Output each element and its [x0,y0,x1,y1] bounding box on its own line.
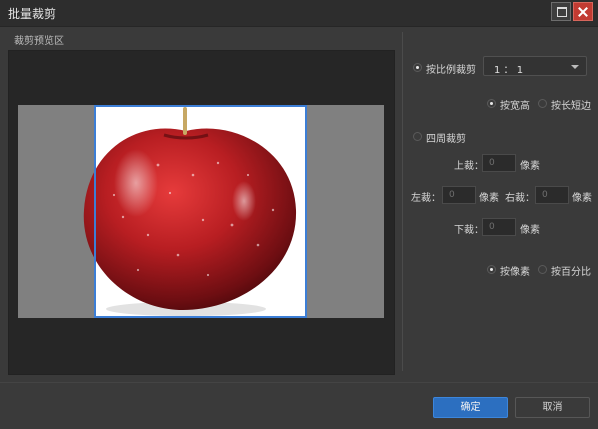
left-crop-label: 左裁： [411,193,441,204]
by-width-height-radio[interactable] [487,99,496,108]
by-ratio-label: 按比例裁剪 [426,65,476,76]
window-title: 批量裁剪 [8,7,57,21]
maximize-icon [557,7,567,17]
by-ratio-radio[interactable] [413,63,422,72]
vertical-divider [402,32,403,371]
by-long-short-label: 按长短边 [551,101,591,112]
by-pixel-radio[interactable] [487,265,496,274]
ratio-select[interactable]: 1 ： 1 [483,56,587,76]
ok-button[interactable]: 确定 [433,397,508,418]
top-crop-input[interactable] [482,154,516,172]
by-width-height-label: 按宽高 [500,101,530,112]
title-bar: 批量裁剪 [0,0,598,27]
bottom-crop-input[interactable] [482,218,516,236]
crop-preview-panel [8,50,395,375]
footer-divider [0,382,598,383]
left-crop-input[interactable] [442,186,476,204]
by-long-short-radio[interactable] [538,99,547,108]
right-crop-unit: 像素 [572,193,592,204]
bottom-crop-unit: 像素 [520,225,540,236]
crop-frame[interactable] [94,105,307,318]
ratio-select-value: 1 ： 1 [494,65,524,76]
close-button[interactable] [573,2,593,21]
right-crop-label: 右裁： [505,193,535,204]
by-percent-label: 按百分比 [551,267,591,278]
cancel-button[interactable]: 取消 [515,397,590,418]
by-pixel-label: 按像素 [500,267,530,278]
by-percent-radio[interactable] [538,265,547,274]
four-sides-label: 四周裁剪 [426,134,466,145]
top-crop-unit: 像素 [520,161,540,172]
top-crop-label: 上裁： [454,161,484,172]
bottom-crop-label: 下裁： [454,225,484,236]
right-crop-input[interactable] [535,186,569,204]
preview-area-label: 裁剪预览区 [14,36,64,47]
four-sides-radio[interactable] [413,132,422,141]
preview-image-canvas [18,105,384,318]
left-crop-unit: 像素 [479,193,499,204]
maximize-button[interactable] [551,2,571,21]
chevron-down-icon [571,65,579,69]
